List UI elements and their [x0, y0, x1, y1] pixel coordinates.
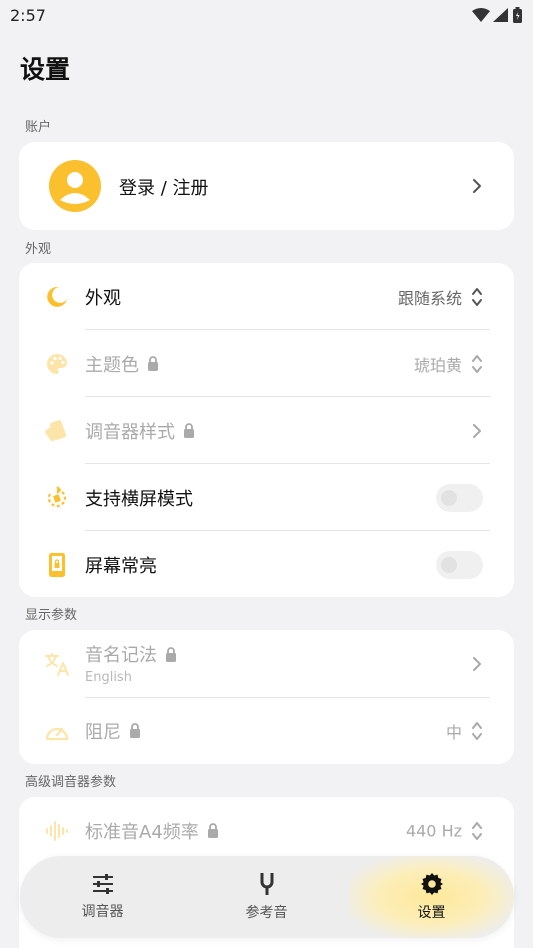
- nav-item-settings[interactable]: 设置: [349, 856, 514, 938]
- setting-label-text: 外观: [85, 287, 121, 309]
- sliders-icon: [92, 874, 113, 894]
- setting-value: 琥珀黄: [413, 355, 462, 375]
- setting-row-a4-frequency[interactable]: 标准音A4频率 440 Hz: [19, 797, 514, 864]
- setting-label: 支持横屏模式: [85, 485, 193, 511]
- account-card: 登录 / 注册: [19, 142, 514, 230]
- nav-label: 设置: [417, 905, 446, 921]
- toggle-knob: [441, 556, 457, 573]
- signal-icon: [493, 8, 508, 22]
- setting-label: 阻尼: [85, 718, 141, 744]
- login-row[interactable]: 登录 / 注册: [19, 142, 514, 230]
- setting-row-theme-color[interactable]: 主题色 琥珀黄: [19, 330, 514, 397]
- setting-row-landscape: 支持横屏模式: [19, 464, 514, 531]
- setting-label-text: 调音器样式: [85, 421, 175, 443]
- battery-icon: [513, 7, 522, 23]
- setting-value: 440 Hz: [405, 821, 462, 840]
- setting-label: 音名记法: [85, 641, 177, 667]
- rotate-icon: [44, 485, 70, 511]
- status-time: 2:57: [10, 5, 46, 25]
- display-card: 音名记法 English 阻尼 中: [19, 630, 514, 764]
- nav-label: 调音器: [81, 904, 124, 920]
- nav-item-reference[interactable]: 参考音: [184, 856, 349, 938]
- setting-row-screen-on: 屏幕常亮: [19, 531, 514, 597]
- setting-row-tuner-style[interactable]: 调音器样式: [19, 397, 514, 464]
- page-title: 设置: [20, 55, 71, 84]
- setting-label-text: 支持横屏模式: [85, 488, 193, 510]
- setting-label: 标准音A4频率: [85, 818, 219, 844]
- chevron-right-icon: [468, 174, 486, 198]
- setting-label: 主题色: [85, 351, 159, 377]
- updown-icon: [468, 719, 486, 743]
- lock-icon: [207, 823, 218, 838]
- lock-icon: [130, 723, 140, 738]
- tuner-style-icon: [44, 418, 70, 444]
- setting-label: 外观: [85, 284, 121, 310]
- wifi-icon: [472, 8, 490, 22]
- bottom-nav: 调音器 参考音 设置: [20, 856, 514, 938]
- updown-icon: [468, 352, 486, 376]
- lock-icon: [166, 646, 176, 662]
- setting-label-text: 音名记法: [85, 645, 157, 666]
- screen-on-toggle[interactable]: [436, 550, 483, 579]
- nav-label: 参考音: [245, 905, 288, 921]
- setting-label-text: 屏幕常亮: [85, 555, 157, 577]
- landscape-toggle[interactable]: [436, 483, 483, 512]
- setting-sublabel: English: [85, 670, 132, 685]
- setting-row-appearance[interactable]: 外观 跟随系统: [19, 263, 514, 330]
- setting-value: 中: [445, 722, 462, 742]
- lock-icon: [184, 423, 194, 438]
- avatar-icon: [49, 160, 101, 212]
- updown-icon: [468, 285, 486, 309]
- status-icons: [472, 7, 523, 23]
- setting-row-note-naming[interactable]: 音名记法 English: [19, 630, 514, 697]
- palette-icon: [44, 351, 70, 377]
- status-bar: 2:57: [0, 0, 533, 30]
- gear-icon: [420, 873, 443, 895]
- setting-label-text: 标准音A4频率: [85, 821, 199, 843]
- chevron-right-icon: [468, 419, 486, 443]
- setting-label: 调音器样式: [85, 418, 195, 444]
- section-label-appearance: 外观: [25, 242, 52, 257]
- toggle-knob: [441, 489, 457, 506]
- setting-label-text: 主题色: [85, 354, 139, 376]
- updown-icon: [468, 819, 486, 843]
- screen-on-icon: [44, 552, 70, 578]
- tuning-fork-icon: [260, 873, 273, 895]
- section-label-account: 账户: [25, 120, 52, 135]
- section-label-advanced: 高级调音器参数: [25, 775, 117, 790]
- chevron-right-icon: [468, 652, 486, 676]
- nav-item-tuner[interactable]: 调音器: [20, 856, 185, 938]
- setting-value: 跟随系统: [397, 288, 462, 308]
- setting-label-text: 阻尼: [85, 721, 121, 743]
- waveform-icon: [44, 818, 70, 844]
- login-label: 登录 / 注册: [119, 178, 209, 199]
- section-label-display: 显示参数: [25, 608, 78, 623]
- setting-row-damping[interactable]: 阻尼 中: [19, 697, 514, 764]
- translate-icon: [44, 651, 70, 677]
- gauge-icon: [44, 718, 70, 744]
- setting-label: 屏幕常亮: [85, 552, 157, 578]
- appearance-card: 外观 跟随系统 主题色 琥珀黄 调音器样式 支持横屏模式 屏幕常亮: [19, 263, 514, 597]
- lock-icon: [148, 356, 158, 371]
- moon-icon: [44, 284, 70, 310]
